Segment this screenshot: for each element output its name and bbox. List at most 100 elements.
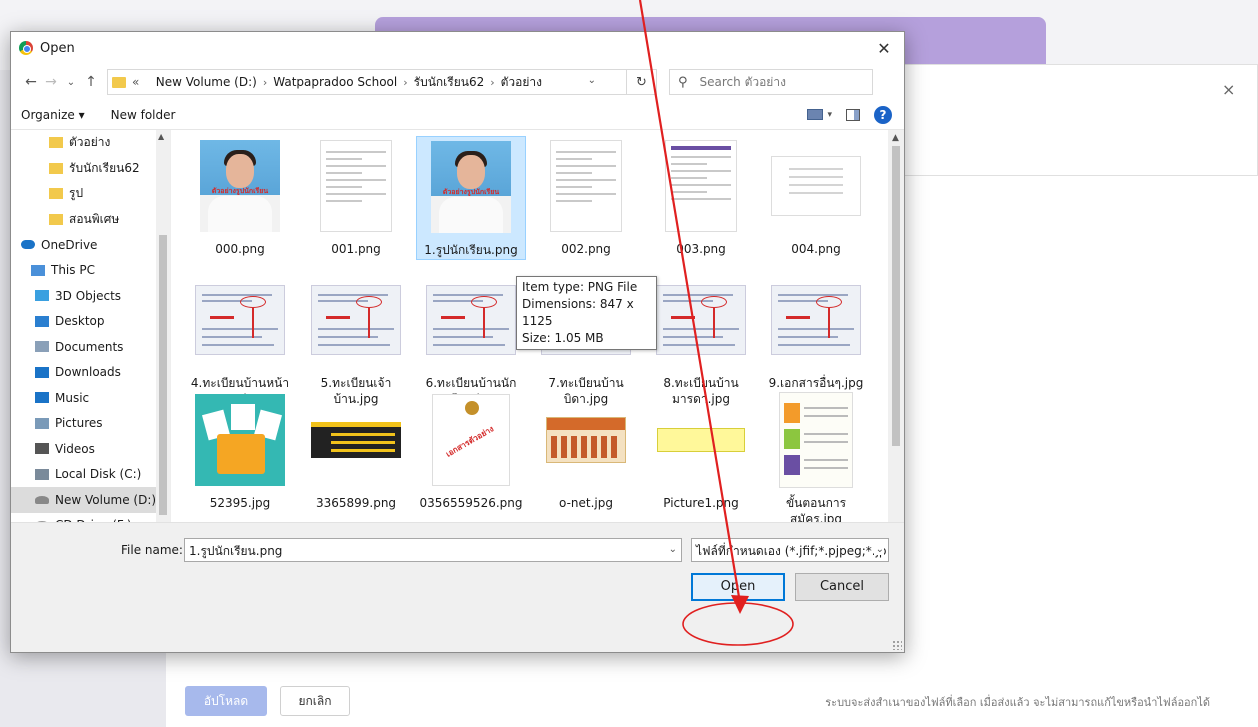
up-arrow-icon[interactable]: ↑ (81, 74, 101, 90)
view-dropdown-icon[interactable]: ▾ (827, 110, 832, 120)
file-thumbnail (771, 270, 861, 370)
file-name: o-net.jpg (531, 495, 641, 511)
file-type-dropdown-icon[interactable]: ⌄ (873, 544, 884, 555)
organize-menu[interactable]: Organize ▾ (21, 108, 85, 122)
file-tile[interactable]: 9.เอกสารอื่นๆ.jpg (761, 270, 871, 391)
nav-item[interactable]: ตัวอย่าง (11, 130, 170, 156)
dialog-footer: File name: 1.รูปนักเรียน.png ⌄ ไฟล์ที่กำ… (11, 522, 904, 652)
file-name: 1.รูปนักเรียน.png (417, 242, 525, 258)
desktop-icon (35, 315, 49, 327)
file-tile[interactable]: 002.png (531, 136, 641, 257)
file-tile[interactable]: 4.ทะเบียนบ้านหน้าแรก.jpg (185, 270, 295, 407)
file-tile[interactable]: 6.ทะเบียนบ้านนักเรียน.jpg (416, 270, 526, 407)
breadcrumb-item-drive[interactable]: New Volume (D:) (156, 75, 257, 89)
recent-chevron-icon[interactable]: ⌄ (61, 77, 81, 88)
breadcrumb-item-school[interactable]: Watpapradoo School (273, 75, 397, 89)
nav-item[interactable]: Music (11, 385, 170, 411)
file-list: ▲ ▼ ตัวอย่างรูปนักเรียน 000.png 001.png ตัว… (171, 130, 904, 556)
file-tile[interactable]: ตัวอย่างรูปนักเรียน 000.png (185, 136, 295, 257)
nav-item[interactable]: รูป (11, 181, 170, 207)
file-tile[interactable]: 5.ทะเบียนเจ้า บ้าน.jpg (301, 270, 411, 407)
file-thumbnail (311, 270, 401, 370)
search-placeholder: Search ตัวอย่าง (699, 74, 786, 89)
resize-grip[interactable] (892, 640, 902, 650)
file-type-value: ไฟล์ที่กำหนดเอง (*.jfif;*.pjpeg;*.jp (696, 544, 887, 558)
file-tile[interactable]: o-net.jpg (531, 390, 641, 511)
file-tile[interactable]: ตัวอย่างรูปนักเรียน 1.รูปนักเรียน.png (416, 136, 526, 260)
file-tile[interactable]: 004.png (761, 136, 871, 257)
file-thumbnail (195, 270, 285, 370)
refresh-icon[interactable]: ↻ (627, 69, 657, 95)
nav-item[interactable]: New Volume (D:) (11, 487, 170, 513)
file-name-line: 6.ทะเบียนบ้านนัก (425, 376, 517, 390)
breadcrumb-overflow[interactable]: « (132, 75, 139, 89)
file-tile[interactable]: เอกสารตัวอย่าง 0356559526.png (416, 390, 526, 511)
file-name: 000.png (185, 241, 295, 257)
thumb-stamp-text: ตัวอย่างรูปนักเรียน (442, 188, 500, 196)
dialog-close-button[interactable]: ✕ (864, 39, 904, 58)
address-dropdown-icon[interactable]: ⌄ (588, 75, 596, 86)
nav-item[interactable]: 3D Objects (11, 283, 170, 309)
address-bar[interactable]: « › New Volume (D:) › Watpapradoo School… (107, 69, 627, 95)
forward-arrow-icon[interactable]: → (41, 74, 61, 90)
file-tile[interactable]: 003.png (646, 136, 756, 257)
nav-item[interactable]: Downloads (11, 360, 170, 386)
download-icon (35, 366, 49, 378)
nav-item[interactable]: This PC (11, 258, 170, 284)
file-list-scrollbar[interactable]: ▲ ▼ (888, 130, 904, 556)
file-thumbnail (771, 390, 861, 490)
scrollbar-thumb[interactable] (892, 146, 900, 446)
file-name-line: o-net.jpg (559, 496, 613, 510)
nav-item-label: 3D Objects (55, 288, 122, 303)
breadcrumb-item-current[interactable]: ตัวอย่าง (501, 73, 542, 92)
nav-scrollbar[interactable]: ▲▼ (156, 130, 170, 556)
file-tile[interactable]: ขั้นตอนการ สมัคร.jpg (761, 390, 871, 527)
nav-item[interactable]: Videos (11, 436, 170, 462)
file-tile[interactable]: Picture1.png (646, 390, 756, 511)
file-thumbnail: ตัวอย่างรูปนักเรียน (195, 136, 285, 236)
file-name-value: 1.รูปนักเรียน.png (189, 544, 283, 558)
file-type-select[interactable]: ไฟล์ที่กำหนดเอง (*.jfif;*.pjpeg;*.jp ⌄ (691, 538, 889, 562)
breadcrumb-chevron-icon[interactable]: › (490, 76, 494, 89)
nav-item[interactable]: Desktop (11, 309, 170, 335)
nav-scrollbar-thumb[interactable] (159, 235, 167, 515)
tooltip-type: Item type: PNG File (522, 280, 638, 294)
nav-item[interactable]: Pictures (11, 411, 170, 437)
change-view-icon[interactable] (807, 109, 824, 120)
file-tile[interactable]: 8.ทะเบียนบ้าน มารดา.jpg (646, 270, 756, 407)
nav-scroll-up-icon[interactable]: ▲ (158, 132, 164, 141)
file-thumbnail (311, 390, 401, 490)
search-input[interactable]: ⚲ Search ตัวอย่าง (669, 69, 873, 95)
help-icon[interactable]: ? (874, 105, 892, 124)
preview-pane-icon[interactable] (846, 108, 860, 121)
breadcrumb-chevron-icon[interactable]: › (403, 76, 407, 89)
panel-close-icon[interactable]: × (1222, 80, 1235, 99)
upload-button[interactable]: อัปโหลด (185, 686, 267, 716)
back-arrow-icon[interactable]: ← (21, 74, 41, 90)
nav-item[interactable]: รับนักเรียน62 (11, 156, 170, 182)
documents-icon (35, 341, 49, 353)
file-tile[interactable]: 52395.jpg (185, 390, 295, 511)
file-name: 004.png (761, 241, 871, 257)
dialog-titlebar: Open ✕ (11, 32, 904, 64)
open-button[interactable]: Open (691, 573, 785, 601)
file-name-line: 0356559526.png (419, 496, 523, 510)
new-folder-button[interactable]: New folder (111, 108, 176, 122)
cancel-button[interactable]: Cancel (795, 573, 889, 601)
scroll-up-icon[interactable]: ▲ (892, 133, 899, 143)
file-tile[interactable]: 001.png (301, 136, 411, 257)
pictures-icon (35, 417, 49, 429)
nav-item[interactable]: Local Disk (C:) (11, 462, 170, 488)
file-tile[interactable]: 3365899.png (301, 390, 411, 511)
breadcrumb-item-folder[interactable]: รับนักเรียน62 (414, 73, 485, 92)
file-name-input[interactable]: 1.รูปนักเรียน.png ⌄ (184, 538, 682, 562)
folder-icon (112, 76, 126, 88)
panel-cancel-button[interactable]: ยกเลิก (280, 686, 350, 716)
nav-item[interactable]: สอนพิเศษ (11, 207, 170, 233)
nav-item[interactable]: Documents (11, 334, 170, 360)
file-name-dropdown-icon[interactable]: ⌄ (669, 544, 677, 555)
breadcrumb-chevron-icon[interactable]: › (263, 76, 267, 89)
file-name-line: 1.รูปนักเรียน.png (424, 243, 518, 257)
file-name-line: 002.png (561, 242, 611, 256)
nav-item[interactable]: OneDrive (11, 232, 170, 258)
